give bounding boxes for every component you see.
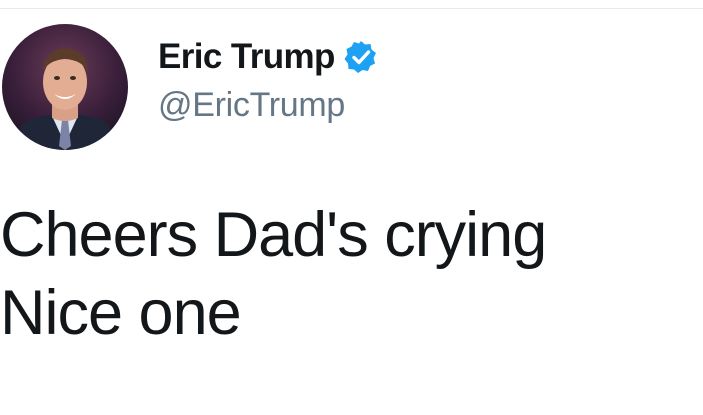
tweet-text-line: Cheers Dad's crying [0,200,547,270]
avatar[interactable] [2,24,128,150]
tweet-text-line: Nice one [0,278,242,348]
user-handle[interactable]: @EricTrump [158,86,379,125]
avatar-image [2,24,128,150]
verified-badge-icon [343,39,379,75]
tweet-card: Eric Trump @EricTrump Cheers Dad's cryin… [0,0,703,415]
display-name[interactable]: Eric Trump [158,37,335,77]
name-row: Eric Trump [158,34,379,80]
tweet-text: Cheers Dad's crying Nice one [0,196,690,352]
tweet-header: Eric Trump @EricTrump [158,34,379,125]
